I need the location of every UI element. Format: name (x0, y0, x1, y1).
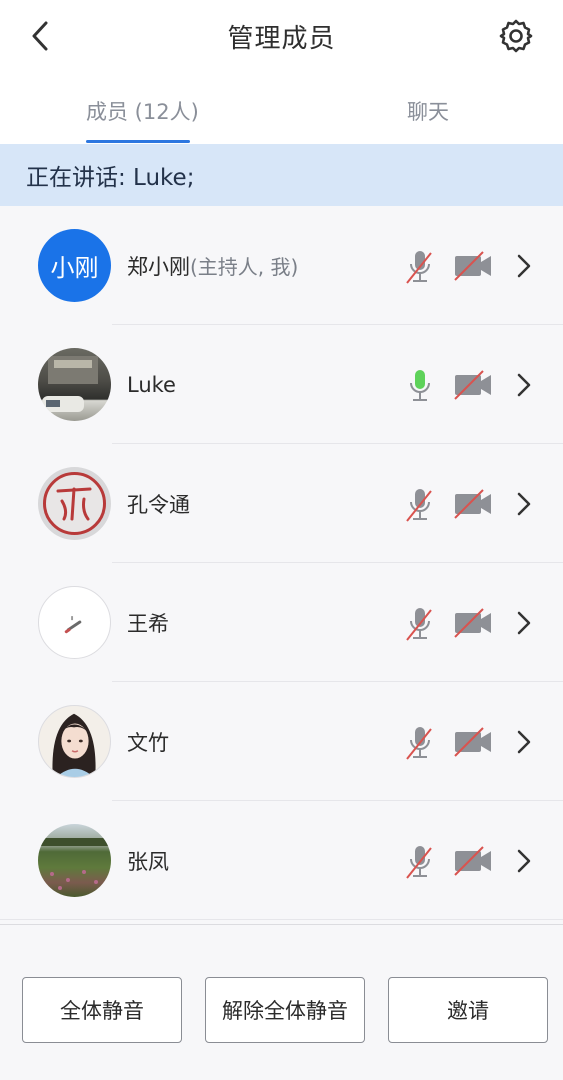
mic-muted-icon[interactable] (405, 844, 435, 880)
camera-off-icon[interactable] (453, 370, 493, 400)
mic-muted-icon[interactable] (405, 725, 435, 761)
gear-icon (499, 19, 533, 53)
tab-members[interactable]: 成员 (12人) (86, 96, 199, 126)
mic-active-icon[interactable] (405, 368, 435, 404)
member-row[interactable]: 张凤 (0, 801, 563, 920)
field-photo-avatar (38, 838, 111, 890)
settings-button[interactable] (496, 16, 536, 56)
avatar (38, 586, 111, 659)
avatar (38, 467, 111, 540)
tab-bar: 成员 (12人) 聊天 (0, 72, 563, 144)
avatar-photo (42, 356, 98, 412)
member-row[interactable]: 王希 (0, 563, 563, 682)
member-name: 文竹 (127, 730, 169, 755)
member-name-wrap: 张凤 (127, 801, 169, 920)
avatar-initials: 小刚 (50, 254, 99, 282)
speaking-indicator: 正在讲话: Luke; (0, 144, 563, 206)
camera-off-icon[interactable] (453, 846, 493, 876)
member-role-note: (主持人, 我) (190, 255, 299, 279)
portrait-avatar (52, 713, 96, 777)
tab-chat[interactable]: 聊天 (407, 96, 449, 126)
pencil-avatar (64, 616, 82, 634)
header-bar: 管理成员 (0, 0, 563, 72)
seal-avatar (43, 472, 106, 535)
mic-muted-icon[interactable] (405, 487, 435, 523)
member-name: 孔令通 (127, 492, 190, 517)
chevron-right-icon[interactable] (513, 371, 535, 399)
invite-button[interactable]: 邀请 (388, 977, 548, 1043)
member-name: 郑小刚 (127, 254, 190, 279)
chevron-right-icon[interactable] (513, 490, 535, 518)
mic-muted-icon[interactable] (405, 606, 435, 642)
member-name-wrap: Luke (127, 325, 176, 444)
camera-off-icon[interactable] (453, 608, 493, 638)
member-name-wrap: 郑小刚 (主持人, 我) (127, 206, 298, 325)
avatar (38, 824, 111, 897)
chevron-right-icon[interactable] (513, 847, 535, 875)
chevron-right-icon[interactable] (513, 609, 535, 637)
camera-off-icon[interactable] (453, 251, 493, 281)
mute-all-button[interactable]: 全体静音 (22, 977, 182, 1043)
member-row[interactable]: Luke (0, 325, 563, 444)
page-title: 管理成员 (227, 24, 336, 54)
chevron-right-icon[interactable] (513, 252, 535, 280)
member-row[interactable]: 小刚 郑小刚 (主持人, 我) (0, 206, 563, 325)
camera-off-icon[interactable] (453, 489, 493, 519)
unmute-all-button[interactable]: 解除全体静音 (205, 977, 365, 1043)
member-row[interactable]: 文竹 (0, 682, 563, 801)
member-name: 王希 (127, 611, 169, 636)
member-name-wrap: 文竹 (127, 682, 169, 801)
chevron-right-icon[interactable] (513, 728, 535, 756)
member-name: 张凤 (127, 849, 169, 874)
member-name-wrap: 王希 (127, 563, 169, 682)
active-tab-indicator (86, 140, 190, 143)
member-name-wrap: 孔令通 (127, 444, 190, 563)
member-list: 小刚 郑小刚 (主持人, 我) Luke 孔令通 王希 文竹 张凤 (0, 206, 563, 920)
member-name: Luke (127, 372, 176, 397)
footer-bar: 全体静音 解除全体静音 邀请 (0, 924, 563, 1080)
mic-muted-icon[interactable] (405, 249, 435, 285)
avatar (38, 348, 111, 421)
avatar: 小刚 (38, 229, 111, 302)
avatar (38, 705, 111, 778)
member-row[interactable]: 孔令通 (0, 444, 563, 563)
row-divider (0, 919, 563, 920)
camera-off-icon[interactable] (453, 727, 493, 757)
